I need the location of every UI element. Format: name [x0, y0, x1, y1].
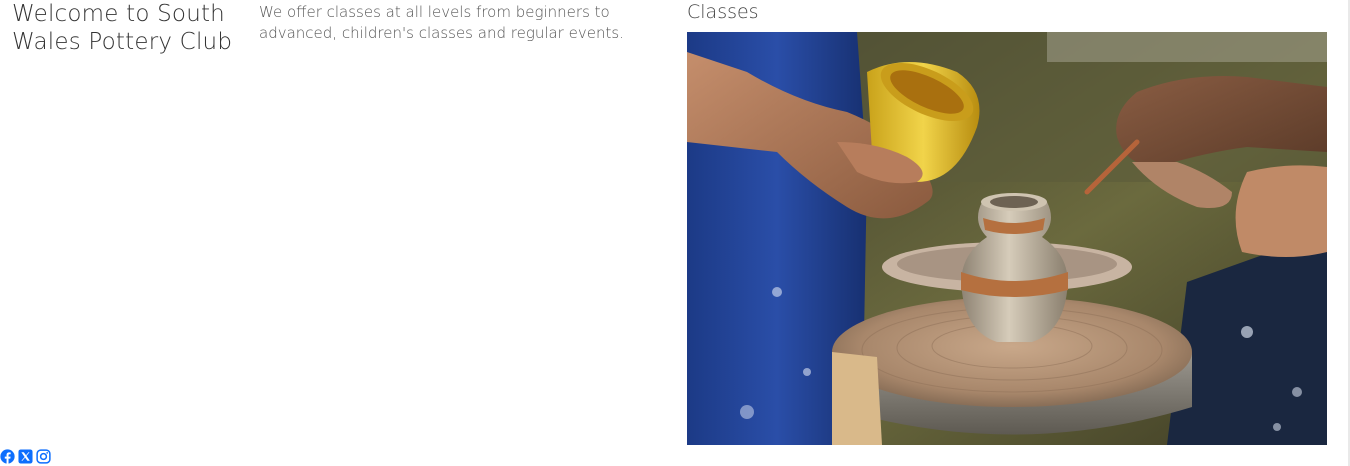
x-twitter-link[interactable] — [18, 448, 33, 464]
instagram-icon — [36, 448, 51, 464]
x-twitter-icon — [18, 448, 33, 464]
classes-heading: Classes — [687, 1, 759, 23]
page-title: Welcome to South Wales Pottery Club — [12, 1, 233, 55]
facebook-icon — [0, 448, 15, 464]
facebook-link[interactable] — [0, 448, 15, 464]
instagram-link[interactable] — [36, 448, 51, 464]
classes-photo — [687, 32, 1327, 445]
intro-text: We offer classes at all levels from begi… — [259, 3, 624, 42]
social-links — [0, 448, 51, 464]
